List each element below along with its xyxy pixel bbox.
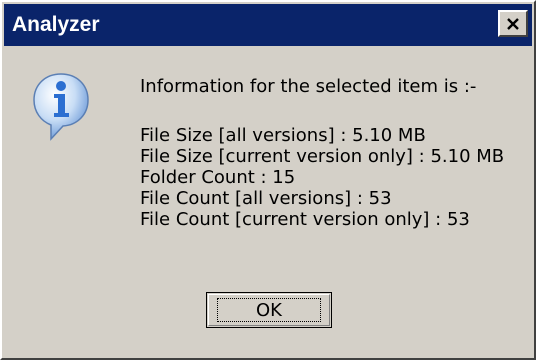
information-icon [33,73,89,141]
message-heading: Information for the selected item is :- [140,76,477,97]
ok-button[interactable]: OK [206,292,332,328]
ok-button-bevel: OK [208,294,330,326]
close-button[interactable] [498,10,528,37]
detail-line: File Count [all versions] : 53 [140,188,392,209]
window-title: Analyzer [12,13,100,36]
detail-line: File Size [current version only] : 5.10 … [140,146,505,167]
analyzer-dialog: Analyzer Information for the selected it… [0,0,536,360]
details-list: File Size [all versions] : 5.10 MB File … [140,125,504,230]
ok-button-label: OK [217,298,321,322]
detail-line: File Size [all versions] : 5.10 MB [140,125,426,146]
title-bar[interactable]: Analyzer [4,4,532,46]
detail-line: Folder Count : 15 [140,167,296,188]
close-icon [507,17,519,30]
detail-line: File Count [current version only] : 53 [140,209,470,230]
